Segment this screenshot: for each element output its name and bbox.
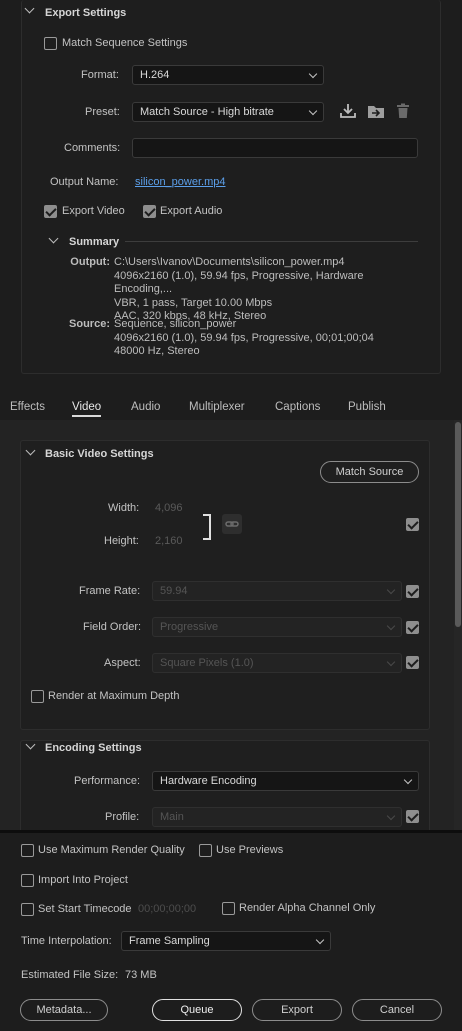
aspect-label: Aspect: — [104, 657, 141, 669]
summary-output-line: VBR, 1 pass, Target 10.00 Mbps — [114, 296, 273, 309]
estimated-size-label: Estimated File Size: — [21, 969, 119, 981]
set-start-timecode-label: Set Start Timecode — [38, 903, 132, 915]
aspect-select[interactable]: Square Pixels (1.0) — [152, 653, 402, 673]
profile-value: Main — [160, 811, 184, 823]
format-value: H.264 — [140, 69, 170, 81]
aspect-value: Square Pixels (1.0) — [160, 657, 254, 669]
field-order-select[interactable]: Progressive — [152, 617, 402, 637]
import-preset-icon[interactable] — [366, 103, 386, 119]
tab-publish[interactable]: Publish — [348, 401, 386, 413]
chevron-down-icon — [386, 811, 396, 821]
set-start-timecode-checkbox[interactable] — [21, 903, 34, 916]
aspect-override-checkbox[interactable] — [406, 656, 419, 669]
width-value: 4,096 — [155, 502, 183, 514]
match-sequence-label: Match Sequence Settings — [62, 37, 188, 49]
tab-effects[interactable]: Effects — [10, 401, 45, 413]
summary-output-key: Output: — [70, 256, 110, 268]
performance-select[interactable]: Hardware Encoding — [152, 771, 419, 791]
summary-source-text: Sequence, silicon_power 4096x2160 (1.0),… — [114, 318, 424, 359]
format-select[interactable]: H.264 — [132, 65, 324, 85]
preset-select[interactable]: Match Source - High bitrate — [132, 102, 324, 122]
summary-source-line: 48000 Hz, Stereo — [114, 345, 200, 357]
metadata-button[interactable]: Metadata... — [20, 999, 108, 1021]
max-render-quality-label: Use Maximum Render Quality — [38, 844, 185, 856]
performance-label: Performance: — [74, 775, 141, 787]
aspect-lock-bracket — [203, 514, 211, 540]
encoding-title: Encoding Settings — [45, 742, 142, 754]
match-source-button[interactable]: Match Source — [320, 461, 419, 483]
summary-output-line: C:\Users\Ivanov\Documents\silicon_power.… — [114, 256, 345, 268]
link-dimensions-icon[interactable] — [222, 514, 242, 534]
chevron-down-icon — [315, 935, 325, 945]
summary-title: Summary — [69, 236, 120, 248]
height-value: 2,160 — [155, 535, 183, 547]
delete-preset-icon[interactable] — [395, 103, 411, 119]
tab-captions[interactable]: Captions — [275, 401, 320, 413]
match-sequence-checkbox[interactable] — [44, 37, 57, 50]
export-settings-title: Export Settings — [45, 7, 127, 19]
save-preset-icon[interactable] — [339, 103, 357, 119]
performance-value: Hardware Encoding — [160, 775, 257, 787]
import-into-project-label: Import Into Project — [38, 874, 128, 886]
frame-rate-override-checkbox[interactable] — [406, 585, 419, 598]
frame-rate-label: Frame Rate: — [79, 585, 141, 597]
preset-label: Preset: — [85, 106, 120, 118]
summary-source-key: Source: — [69, 318, 110, 330]
render-max-depth-checkbox[interactable] — [31, 690, 44, 703]
render-alpha-checkbox[interactable] — [222, 902, 235, 915]
profile-select[interactable]: Main — [152, 807, 402, 827]
max-render-quality-checkbox[interactable] — [21, 844, 34, 857]
use-previews-label: Use Previews — [216, 844, 284, 856]
output-name-link[interactable]: silicon_power.mp4 — [135, 176, 226, 188]
import-into-project-checkbox[interactable] — [21, 874, 34, 887]
width-height-override-checkbox[interactable] — [406, 518, 419, 531]
tab-video[interactable]: Video — [72, 401, 102, 417]
output-name-label: Output Name: — [50, 176, 119, 188]
summary-output-line: 4096x2160 (1.0), 59.94 fps, Progressive,… — [114, 269, 364, 296]
chevron-down-icon — [403, 775, 413, 785]
use-previews-checkbox[interactable] — [199, 844, 212, 857]
time-interpolation-value: Frame Sampling — [129, 935, 210, 947]
comments-input[interactable] — [132, 138, 418, 158]
summary-output-text: C:\Users\Ivanov\Documents\silicon_power.… — [114, 256, 424, 324]
cancel-button[interactable]: Cancel — [352, 999, 442, 1021]
height-label: Height: — [104, 535, 139, 547]
chevron-down-icon — [386, 621, 396, 631]
format-label: Format: — [81, 69, 119, 81]
summary-source-line: 4096x2160 (1.0), 59.94 fps, Progressive,… — [114, 331, 374, 344]
export-video-checkbox[interactable] — [44, 205, 57, 218]
frame-rate-select[interactable]: 59.94 — [152, 581, 402, 601]
export-video-label: Export Video — [62, 205, 125, 217]
export-audio-checkbox[interactable] — [143, 205, 156, 218]
preset-value: Match Source - High bitrate — [140, 106, 274, 118]
tab-multiplexer[interactable]: Multiplexer — [189, 401, 245, 413]
frame-rate-value: 59.94 — [160, 585, 188, 597]
field-order-label: Field Order: — [83, 621, 142, 633]
field-order-value: Progressive — [160, 621, 219, 633]
comments-label: Comments: — [64, 142, 121, 154]
start-timecode-value[interactable]: 00;00;00;00 — [138, 903, 196, 915]
summary-divider — [125, 241, 418, 242]
chevron-down-icon — [308, 106, 318, 116]
time-interpolation-label: Time Interpolation: — [21, 935, 112, 947]
scrollbar-thumb[interactable] — [455, 422, 461, 627]
summary-source-line: Sequence, silicon_power — [114, 318, 237, 330]
profile-label: Profile: — [105, 811, 140, 823]
chevron-down-icon — [386, 585, 396, 595]
field-order-override-checkbox[interactable] — [406, 621, 419, 634]
basic-video-title: Basic Video Settings — [45, 448, 154, 460]
chevron-down-icon — [386, 657, 396, 667]
queue-button[interactable]: Queue — [152, 999, 242, 1021]
estimated-size-value: 73 MB — [125, 969, 157, 981]
export-audio-label: Export Audio — [160, 205, 223, 217]
render-alpha-label: Render Alpha Channel Only — [239, 902, 376, 914]
width-label: Width: — [108, 502, 140, 514]
profile-override-checkbox[interactable] — [406, 810, 419, 823]
chevron-down-icon — [308, 69, 318, 79]
export-button[interactable]: Export — [252, 999, 342, 1021]
render-max-depth-label: Render at Maximum Depth — [48, 690, 180, 702]
tab-audio[interactable]: Audio — [131, 401, 160, 413]
time-interpolation-select[interactable]: Frame Sampling — [121, 931, 331, 951]
